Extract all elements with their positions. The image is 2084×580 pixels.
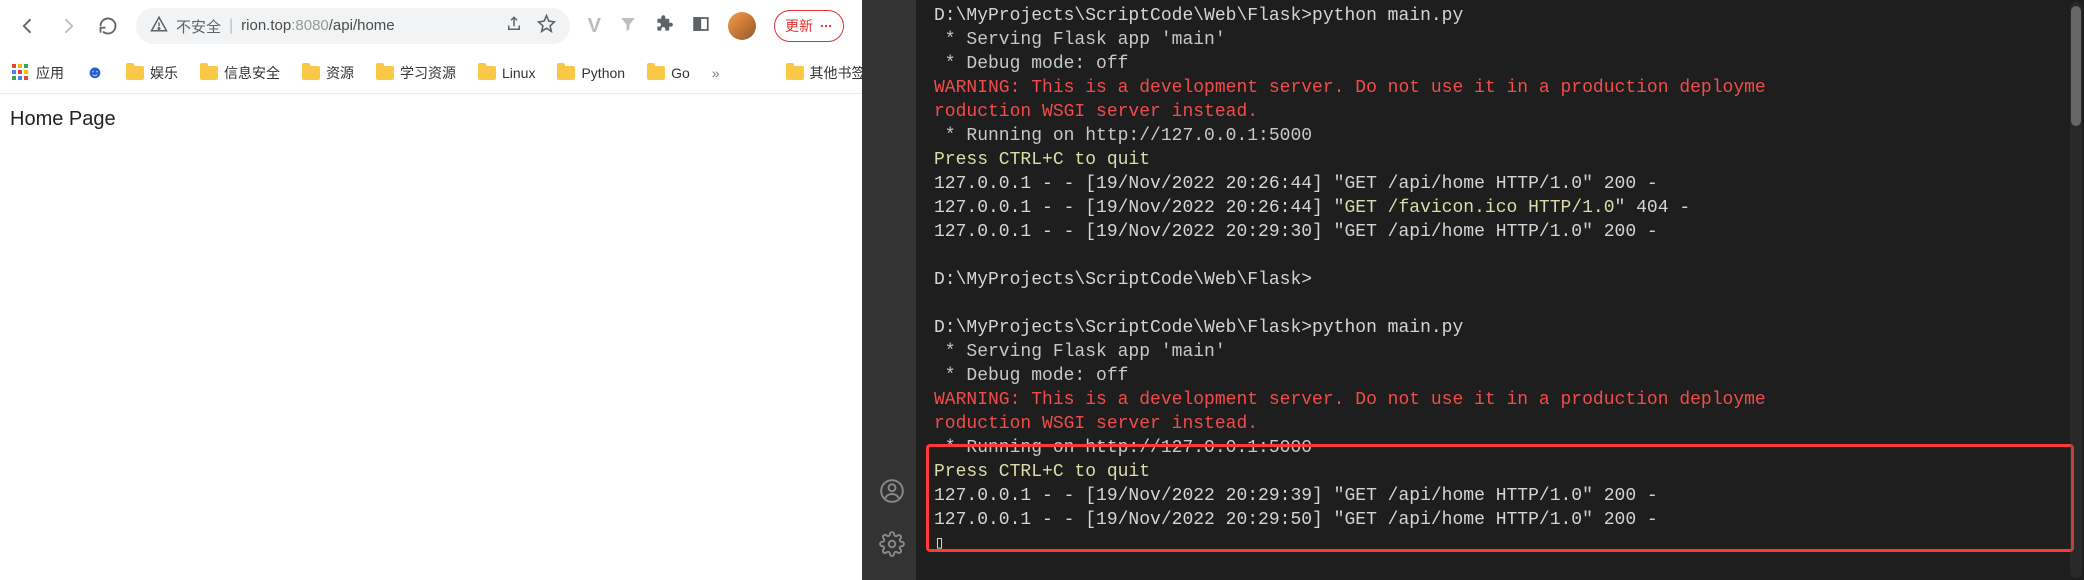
terminal-line: * Debug mode: off (916, 52, 2084, 76)
terminal-line: D:\MyProjects\ScriptCode\Web\Flask>pytho… (916, 4, 2084, 28)
address-separator: | (229, 17, 233, 35)
bookmark-folder[interactable]: Go (647, 65, 690, 81)
terminal-line: * Running on http://127.0.0.1:5000 (916, 124, 2084, 148)
folder-icon (647, 66, 665, 80)
terminal-line: D:\MyProjects\ScriptCode\Web\Flask>pytho… (916, 316, 2084, 340)
browser-window: 不安全 | rion.top:8080/api/home V (0, 0, 862, 580)
terminal-line: * Debug mode: off (916, 364, 2084, 388)
not-secure-icon (150, 15, 168, 38)
terminal-line (916, 292, 2084, 316)
terminal-panel[interactable]: D:\MyProjects\ScriptCode\Web\Flask>pytho… (916, 0, 2084, 580)
bookmarks-overflow[interactable]: » (712, 65, 720, 81)
apps-shortcut[interactable]: 应用 (12, 63, 64, 83)
folder-icon (200, 66, 218, 80)
folder-icon (376, 66, 394, 80)
terminal-line: 127.0.0.1 - - [19/Nov/2022 20:29:39] "GE… (916, 484, 2084, 508)
terminal-scrollbar[interactable] (2070, 2, 2082, 578)
bookmark-folder[interactable]: 资源 (302, 63, 354, 83)
other-bookmarks[interactable]: 其他书签 (786, 63, 866, 83)
url-text: rion.top:8080/api/home (241, 17, 394, 35)
terminal-line: WARNING: This is a development server. D… (916, 76, 2084, 100)
settings-gear-icon[interactable] (879, 531, 905, 562)
update-button[interactable]: 更新 (774, 10, 844, 42)
bookmark-label: Linux (502, 65, 535, 81)
bookmark-folder[interactable]: 学习资源 (376, 63, 456, 83)
page-body: Home Page (0, 94, 862, 580)
profile-avatar[interactable] (728, 12, 756, 40)
terminal-line: * Serving Flask app 'main' (916, 340, 2084, 364)
bookmark-folder[interactable]: Linux (478, 65, 535, 81)
share-icon[interactable] (505, 15, 523, 38)
folder-icon (786, 66, 804, 80)
terminal-line: * Running on http://127.0.0.1:5000 (916, 436, 2084, 460)
bookmark-folder[interactable]: 娱乐 (126, 63, 178, 83)
paw-icon: ☻ (86, 64, 104, 82)
bookmark-baidu[interactable]: ☻ (86, 64, 104, 82)
star-icon[interactable] (537, 14, 556, 38)
terminal-line (916, 244, 2084, 268)
terminal-line: 127.0.0.1 - - [19/Nov/2022 20:26:44] "GE… (916, 172, 2084, 196)
bookmark-label: 学习资源 (400, 63, 456, 83)
bookmark-label: 信息安全 (224, 63, 280, 83)
terminal-line: roduction WSGI server instead. (916, 412, 2084, 436)
folder-icon (302, 66, 320, 80)
extension-v-icon[interactable]: V (588, 15, 601, 38)
filter-icon[interactable] (619, 15, 637, 38)
folder-icon (557, 66, 575, 80)
folder-icon (126, 66, 144, 80)
forward-button[interactable] (50, 8, 86, 44)
bookmark-label: Python (581, 65, 625, 81)
bookmark-folder[interactable]: 信息安全 (200, 63, 280, 83)
bookmarks-bar: 应用 ☻ 娱乐信息安全资源学习资源LinuxPythonGo » 其他书签 (0, 52, 862, 94)
bookmark-folder[interactable]: Python (557, 65, 625, 81)
terminal-line: D:\MyProjects\ScriptCode\Web\Flask> (916, 268, 2084, 292)
folder-icon (478, 66, 496, 80)
reload-button[interactable] (90, 8, 126, 44)
bookmark-label: 娱乐 (150, 63, 178, 83)
terminal-line: 127.0.0.1 - - [19/Nov/2022 20:29:30] "GE… (916, 220, 2084, 244)
apps-icon (12, 64, 30, 82)
terminal-line: * Serving Flask app 'main' (916, 28, 2084, 52)
terminal-line: roduction WSGI server instead. (916, 100, 2084, 124)
vscode-window: D:\MyProjects\ScriptCode\Web\Flask>pytho… (868, 0, 2084, 580)
panel-icon[interactable] (692, 15, 710, 38)
address-bar[interactable]: 不安全 | rion.top:8080/api/home (136, 8, 570, 44)
terminal-line: Press CTRL+C to quit (916, 148, 2084, 172)
security-label: 不安全 (176, 16, 221, 37)
terminal-line: 127.0.0.1 - - [19/Nov/2022 20:29:50] "GE… (916, 508, 2084, 532)
extensions-icon[interactable] (655, 14, 674, 38)
terminal-line: 127.0.0.1 - - [19/Nov/2022 20:26:44] "GE… (916, 196, 2084, 220)
bookmark-label: Go (671, 65, 690, 81)
terminal-line: Press CTRL+C to quit (916, 460, 2084, 484)
browser-toolbar: 不安全 | rion.top:8080/api/home V (0, 0, 862, 52)
bookmark-label: 资源 (326, 63, 354, 83)
terminal-line: ▯ (916, 532, 2084, 556)
vscode-activity-bar (868, 0, 916, 580)
accounts-icon[interactable] (879, 478, 905, 509)
terminal-line: WARNING: This is a development server. D… (916, 388, 2084, 412)
back-button[interactable] (10, 8, 46, 44)
toolbar-actions: V 更新 (580, 10, 852, 42)
